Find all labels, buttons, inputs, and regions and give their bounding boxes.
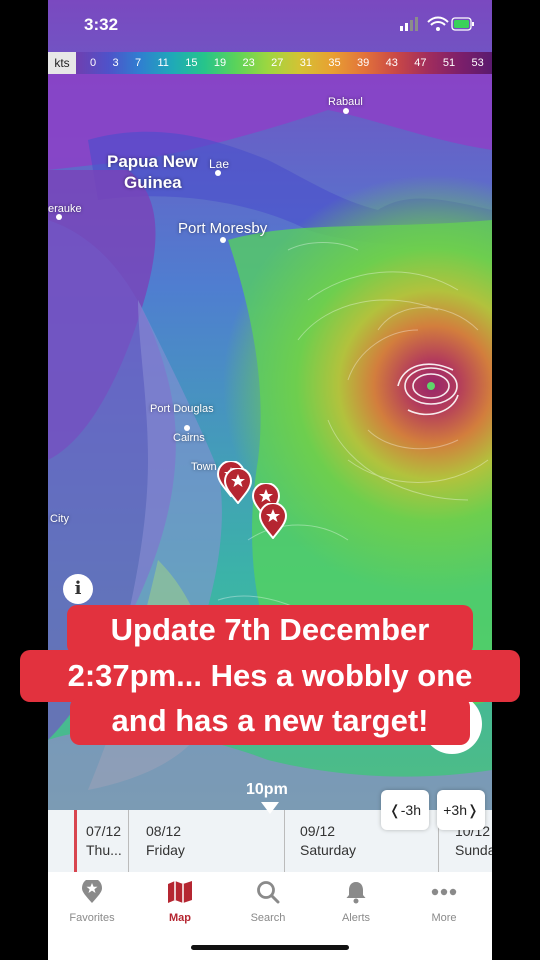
legend-unit: kts (48, 52, 76, 74)
status-bar: 3:32 (48, 0, 492, 52)
tab-label: Alerts (341, 912, 371, 924)
wind-speed-legend: kts 0 3 7 11 15 19 23 27 31 35 39 43 47 51 53 (48, 52, 492, 74)
tab-label: Favorites (69, 912, 115, 924)
legend-value: 39 (357, 57, 370, 69)
legend-value: 27 (271, 57, 284, 69)
place-dot (343, 108, 349, 114)
legend-value: 3 (112, 57, 119, 69)
place-rabaul: Rabaul (328, 96, 363, 108)
place-townsville: Town (191, 461, 217, 473)
phone-screen: 3:32 kts 0 3 7 11 15 19 23 27 31 35 39 43 47 51 53 Rab… (48, 0, 492, 960)
legend-value: 51 (442, 57, 456, 69)
info-button[interactable]: i (63, 574, 93, 604)
legend-value: 0 (90, 57, 97, 69)
day-name: Friday (146, 842, 185, 858)
timeline-now-indicator (74, 810, 77, 872)
legend-value: 23 (242, 57, 255, 69)
bell-icon (346, 882, 366, 904)
place-city: City (50, 513, 69, 525)
search-icon (257, 881, 280, 904)
day-divider (128, 810, 129, 872)
tab-favorites[interactable]: Favorites (48, 872, 136, 926)
legend-scale: 0 3 7 11 15 19 23 27 31 35 39 43 47 51 53 (76, 52, 492, 74)
place-merauke: erauke (48, 203, 82, 215)
legend-value: 47 (414, 57, 427, 69)
timeline-pointer-icon (261, 802, 279, 814)
place-dot (184, 425, 190, 431)
day-date: 09/12 (300, 823, 336, 839)
tab-label: Map (169, 912, 191, 924)
place-port-moresby: Port Moresby (178, 220, 268, 237)
place-papua-new: Papua New (107, 152, 198, 171)
legend-value: 11 (157, 57, 169, 69)
day-name: Sunda (455, 842, 492, 858)
timeline-day[interactable]: 07/12 Thu... (86, 822, 122, 860)
favorite-location-marker[interactable] (258, 503, 288, 539)
place-cairns: Cairns (173, 432, 205, 444)
place-dot (56, 214, 62, 220)
legend-value: 7 (135, 57, 142, 69)
legend-value: 43 (385, 57, 398, 69)
step-forward-button[interactable]: +3h❭ (437, 790, 485, 830)
step-back-label: -3h (400, 802, 421, 818)
day-name: Thu... (86, 842, 122, 858)
timeline-current-time: 10pm (246, 781, 288, 798)
day-date: 08/12 (146, 823, 182, 839)
tab-label: More (431, 912, 457, 924)
signal-wifi-battery-icon (400, 16, 474, 31)
place-port-douglas: Port Douglas (150, 403, 214, 415)
place-lae: Lae (209, 157, 230, 171)
legend-value: 35 (328, 57, 341, 69)
day-date: 07/12 (86, 823, 122, 839)
tab-search[interactable]: Search (224, 872, 312, 926)
timeline-day[interactable]: 08/12 Friday (146, 822, 185, 860)
legend-value: 31 (299, 57, 313, 69)
tab-more[interactable]: More (400, 872, 488, 926)
tab-label: Search (250, 912, 286, 924)
day-divider (284, 810, 285, 872)
legend-value: 53 (471, 57, 484, 69)
status-time: 3:32 (84, 15, 119, 34)
home-indicator (191, 945, 349, 950)
timeline-day[interactable]: 09/12 Saturday (300, 822, 356, 860)
day-name: Saturday (300, 842, 357, 858)
legend-value: 19 (213, 57, 227, 69)
place-dot (220, 237, 226, 243)
step-forward-label: +3h (443, 802, 467, 818)
step-back-button[interactable]: ❬-3h (381, 790, 429, 830)
more-dots-icon (431, 888, 457, 896)
map-icon (168, 881, 192, 903)
favorite-location-marker[interactable] (223, 468, 253, 504)
place-dot (215, 170, 221, 176)
tab-map[interactable]: Map (136, 872, 224, 926)
tab-alerts[interactable]: Alerts (312, 872, 400, 926)
favorites-star-pin-icon (82, 880, 102, 903)
status-icons (400, 16, 474, 37)
legend-value: 15 (185, 57, 198, 69)
place-guinea: Guinea (124, 173, 182, 192)
